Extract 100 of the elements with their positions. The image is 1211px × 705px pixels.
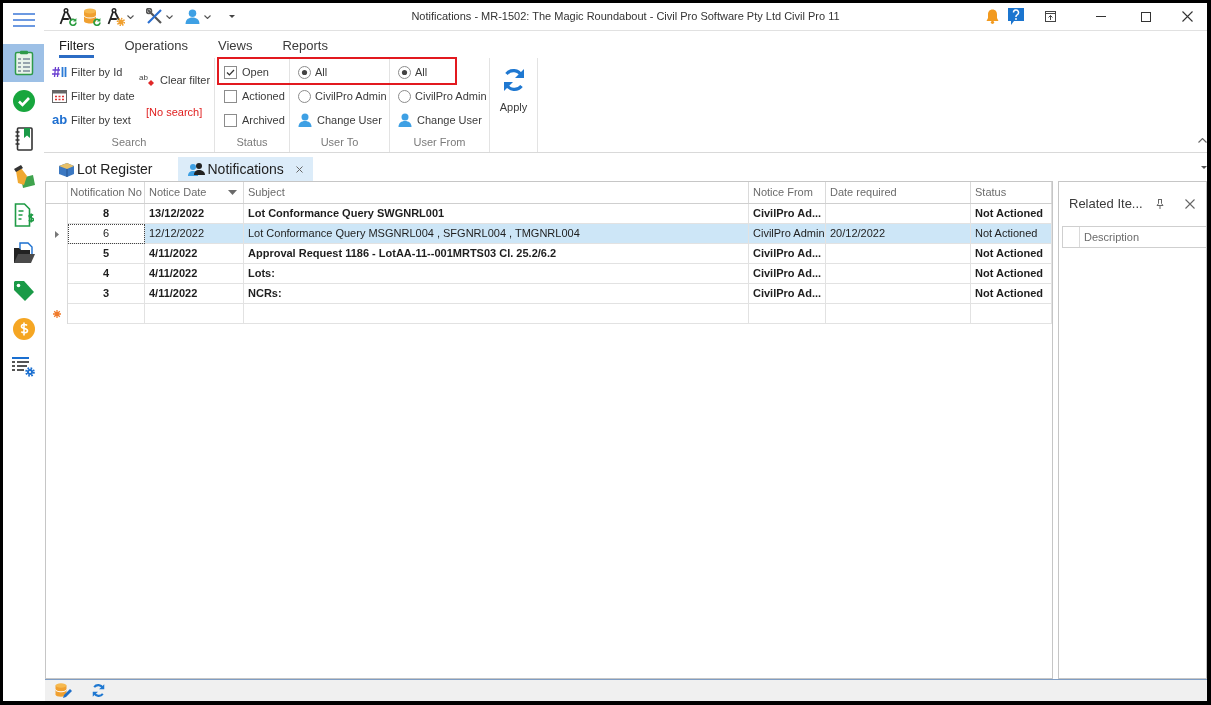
caret-down-icon (1201, 165, 1207, 169)
tools-icon (146, 8, 163, 25)
pin-icon (1156, 199, 1164, 209)
table-cell: 3 (68, 284, 145, 304)
row-indicator-icon (54, 230, 59, 238)
window-title: Notifications - MR-1502: The Magic Roundabout - Civil Pro Software Pty Ltd Civil Pro 11 (411, 9, 840, 25)
table-row[interactable]: 5 4/11/2022 Approval Request 1186 - LotAA-11--001MRTS03 Cl. 25.2/6.2 CivilPro Ad... Not Actioned (68, 244, 1052, 264)
hand-card-icon (12, 165, 35, 189)
column-header[interactable]: Notice Date (145, 182, 244, 203)
table-cell: Not Actioned (971, 284, 1052, 304)
group-label: Search (110, 135, 148, 150)
document-tab[interactable]: Lot Register (52, 157, 159, 181)
column-header[interactable]: Status (971, 182, 1052, 203)
folder-icon (12, 242, 35, 264)
panel-title: Related Ite... (1069, 195, 1143, 214)
box-icon (58, 161, 75, 177)
search-status: [No search] (145, 105, 203, 120)
radio-button[interactable] (298, 89, 311, 103)
checkbox[interactable] (224, 89, 237, 103)
caret-down-icon (229, 15, 235, 18)
group-label: User To (319, 135, 360, 150)
radio-button[interactable] (398, 89, 411, 103)
clear-filter-button[interactable]: ab Clear filter (139, 68, 211, 92)
list-settings-icon (12, 357, 35, 377)
maximize-icon (1140, 11, 1151, 22)
ribbon-tab[interactable]: Reports (267, 31, 343, 58)
checklist-icon (13, 50, 34, 76)
radio-label: All (315, 64, 328, 80)
change-user-button[interactable]: Change User (298, 111, 382, 129)
table-row[interactable]: 4 4/11/2022 Lots: CivilPro Ad... Not Actioned (68, 264, 1052, 284)
checkbox-label: Actioned (242, 88, 285, 104)
checkbox-label: Archived (242, 112, 285, 128)
invoice-icon (13, 203, 34, 227)
column-header[interactable]: Notice From (749, 182, 826, 203)
group-label: Status (235, 135, 269, 150)
radio-button[interactable] (398, 65, 411, 79)
change-user-button[interactable]: Change User (398, 111, 482, 129)
checkbox[interactable] (224, 65, 237, 79)
apply-button[interactable]: Apply (490, 58, 537, 116)
toolbar-button[interactable] (107, 7, 134, 26)
check-circle-icon (12, 90, 35, 112)
table-row[interactable]: 3 4/11/2022 NCRs: CivilPro Ad... Not Actioned (68, 284, 1052, 304)
toolbar-button[interactable] (59, 7, 77, 26)
user-icon (298, 113, 312, 127)
radio-label: All (415, 64, 428, 80)
notebook-icon (14, 127, 33, 151)
user-icon (185, 9, 200, 24)
table-row[interactable]: 8 13/12/2022 Lot Conformance Query SWGNRL001 CivilPro Ad... Not Actioned (68, 204, 1052, 224)
filter-button[interactable]: Filter by Id (52, 60, 123, 84)
table-cell: CivilPro Ad... (749, 284, 826, 304)
ribbon-tab[interactable]: Operations (109, 31, 203, 58)
table-cell: 4/11/2022 (145, 284, 244, 304)
sort-descending-icon (228, 190, 237, 195)
checkbox[interactable] (224, 113, 237, 127)
toolbar-button[interactable] (146, 8, 173, 25)
chevron-down-icon (204, 14, 211, 19)
chevron-up-icon (1198, 138, 1207, 143)
pin-button[interactable] (1156, 199, 1164, 209)
chevron-down-icon (166, 14, 173, 19)
ribbon-tab[interactable]: Filters (44, 31, 110, 58)
diamond-icon (147, 80, 154, 86)
radio-button[interactable] (298, 65, 311, 79)
document-tab[interactable]: Notifications (178, 157, 313, 181)
refresh-button[interactable] (91, 683, 106, 698)
menu-icon[interactable] (12, 13, 35, 27)
compass-gear-icon (107, 7, 125, 26)
database-refresh-icon (83, 7, 101, 26)
column-header[interactable]: Subject (244, 182, 749, 203)
calendar-icon (52, 89, 67, 103)
tab-list-button[interactable] (1201, 165, 1207, 169)
radio-label: CivilPro Admin (415, 88, 487, 104)
filter-button[interactable]: Filter by date (52, 84, 135, 108)
filter-button[interactable]: ab Filter by text (52, 108, 131, 132)
help-icon (1008, 8, 1024, 25)
close-button[interactable] (1185, 199, 1195, 209)
column-header[interactable]: Date required (826, 182, 971, 203)
group-label: User From (412, 135, 467, 150)
hash-icon (52, 66, 67, 78)
dollar-coin-icon (12, 318, 35, 340)
refresh-icon (91, 683, 106, 698)
table-row[interactable]: 6 12/12/2022 Lot Conformance Query MSGNRL004 , SFGNRL004 , TMGNRL004 CivilPro Admin 20/12/2022 Not Actioned (68, 224, 1052, 244)
close-icon[interactable] (295, 165, 303, 173)
column-header[interactable]: Notification No (68, 182, 145, 203)
tag-icon (12, 280, 35, 302)
minimize-icon (1095, 16, 1106, 17)
user-icon (398, 113, 412, 127)
table-cell: 6 (68, 224, 145, 244)
collapse-ribbon-button[interactable] (1198, 138, 1207, 143)
toolbar-button[interactable] (229, 15, 235, 18)
close-icon (1185, 199, 1195, 209)
compass-refresh-icon (59, 7, 77, 26)
database-edit-icon (55, 682, 72, 699)
chevron-down-icon (127, 14, 134, 19)
table-cell: NCRs: (244, 284, 749, 304)
close-icon (1182, 11, 1193, 22)
ribbon-tab[interactable]: Views (203, 31, 268, 58)
bell-icon (985, 9, 999, 24)
checkbox-label: Open (242, 64, 269, 80)
users-icon (188, 162, 206, 176)
ribbon-display-icon (1044, 11, 1056, 22)
